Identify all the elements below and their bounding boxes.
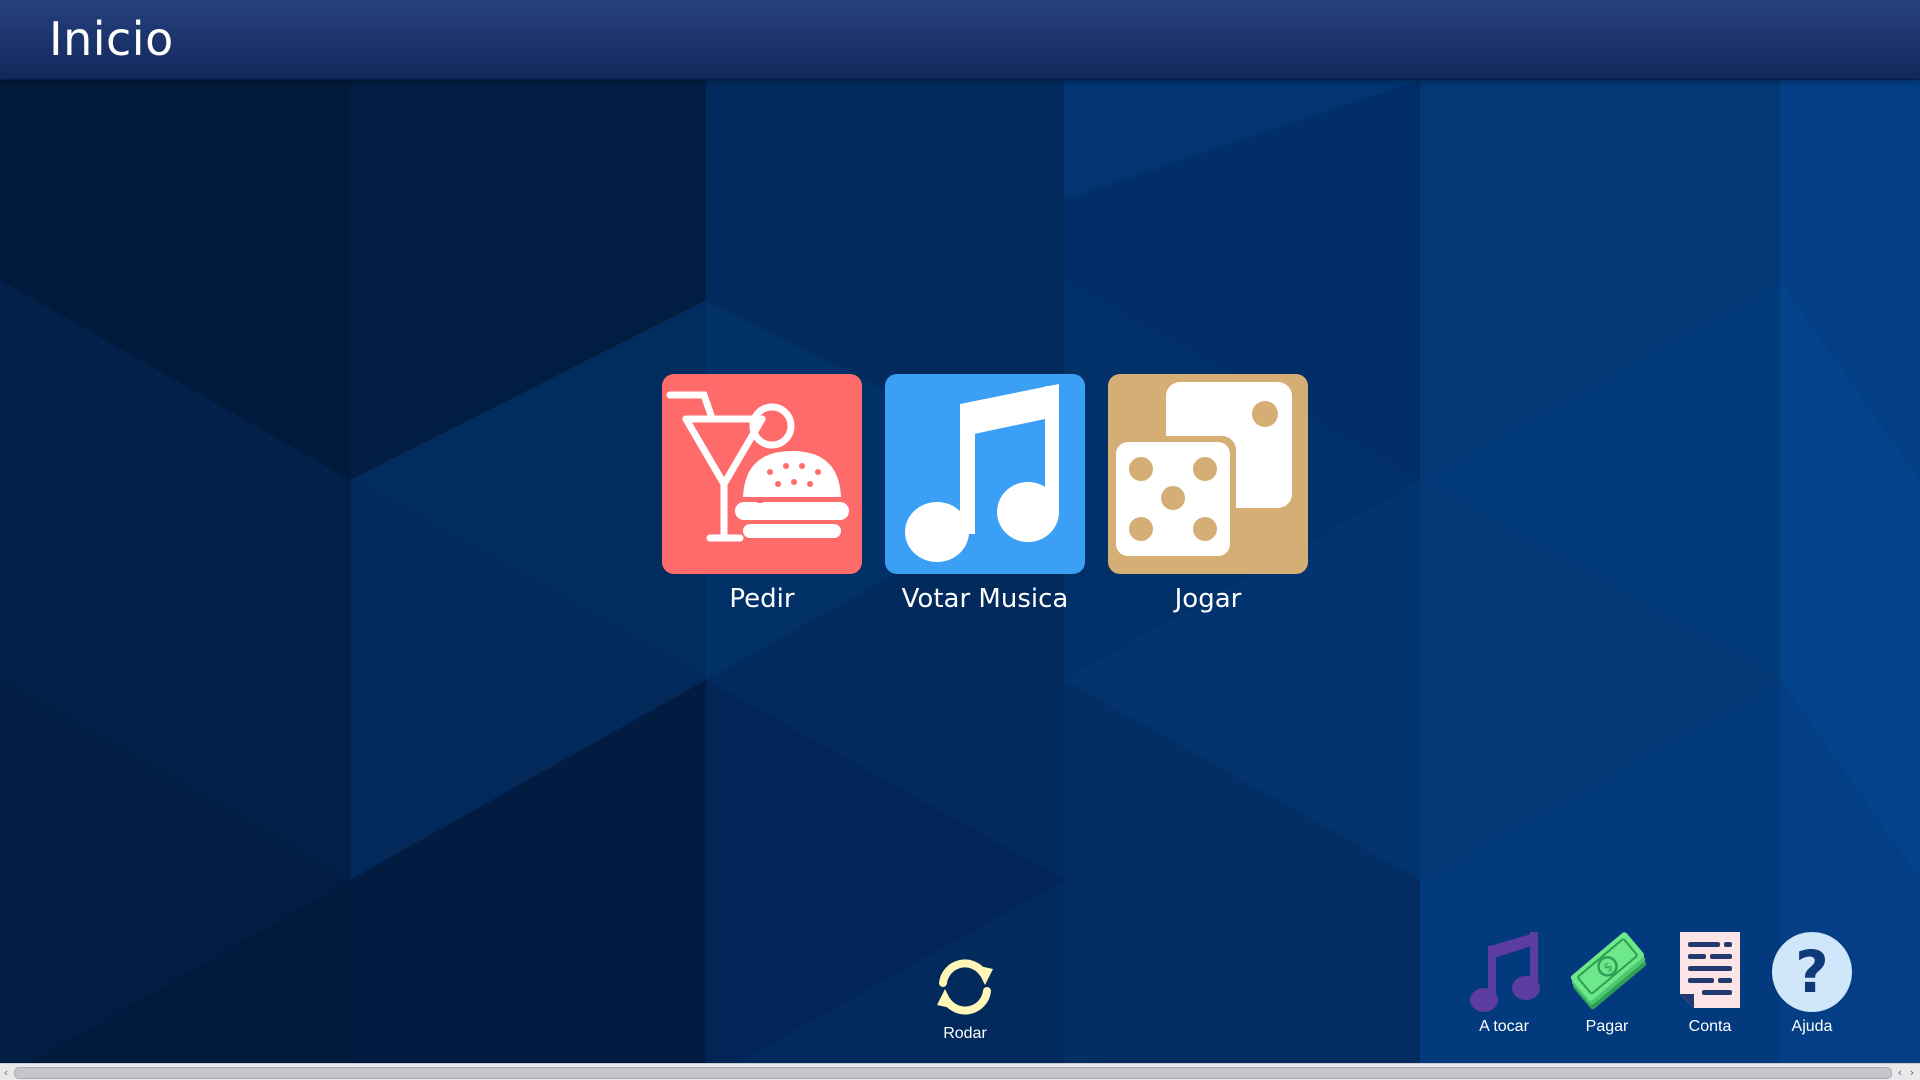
horizontal-scrollbar[interactable]: ‹ ‹ › bbox=[0, 1063, 1920, 1080]
jogar-button[interactable] bbox=[1108, 374, 1308, 574]
ajuda-button[interactable]: ? Ajuda bbox=[1762, 928, 1862, 1036]
app-root: Inicio Pedir Votar Musica Jogar Rodar A … bbox=[0, 0, 1920, 1080]
a-tocar-label: A tocar bbox=[1479, 1018, 1529, 1035]
jogar-label: Jogar bbox=[1174, 584, 1242, 614]
pagar-label: Pagar bbox=[1585, 1018, 1629, 1035]
svg-text:?: ? bbox=[1795, 938, 1829, 1006]
votar-musica-label: Votar Musica bbox=[901, 584, 1069, 614]
pedir-label: Pedir bbox=[729, 584, 795, 614]
now-playing-icon bbox=[1470, 932, 1540, 1012]
help-icon: ? bbox=[1772, 932, 1852, 1012]
rodar-label: Rodar bbox=[943, 1025, 987, 1042]
bill-receipt-icon bbox=[1680, 932, 1740, 1008]
title-bar: Inicio bbox=[0, 0, 1920, 79]
pedir-button[interactable] bbox=[662, 374, 862, 574]
scroll-right-icon[interactable]: › bbox=[1906, 1064, 1918, 1080]
pedir-tile[interactable]: Pedir bbox=[662, 374, 862, 614]
dice-icon bbox=[1110, 382, 1292, 562]
scroll-left-icon[interactable]: ‹ bbox=[0, 1064, 12, 1080]
scroll-left-small-icon[interactable]: ‹ bbox=[1894, 1064, 1906, 1080]
page-title: Inicio bbox=[49, 12, 174, 66]
conta-button[interactable]: Conta bbox=[1660, 928, 1760, 1036]
rodar-button[interactable]: Rodar bbox=[925, 955, 1005, 1043]
conta-label: Conta bbox=[1688, 1018, 1732, 1035]
ajuda-label: Ajuda bbox=[1791, 1018, 1833, 1035]
votar-musica-tile[interactable]: Votar Musica bbox=[885, 374, 1085, 614]
pagar-button[interactable]: $ Pagar bbox=[1557, 928, 1657, 1036]
rotate-icon bbox=[937, 959, 993, 1015]
votar-musica-button[interactable] bbox=[885, 374, 1085, 574]
jogar-tile[interactable]: Jogar bbox=[1108, 374, 1308, 614]
a-tocar-button[interactable]: A tocar bbox=[1454, 928, 1554, 1036]
food-drink-icon bbox=[666, 391, 849, 542]
music-note-icon bbox=[905, 384, 1059, 562]
scrollbar-thumb[interactable] bbox=[14, 1067, 1892, 1079]
pay-money-icon: $ bbox=[1570, 932, 1647, 1010]
